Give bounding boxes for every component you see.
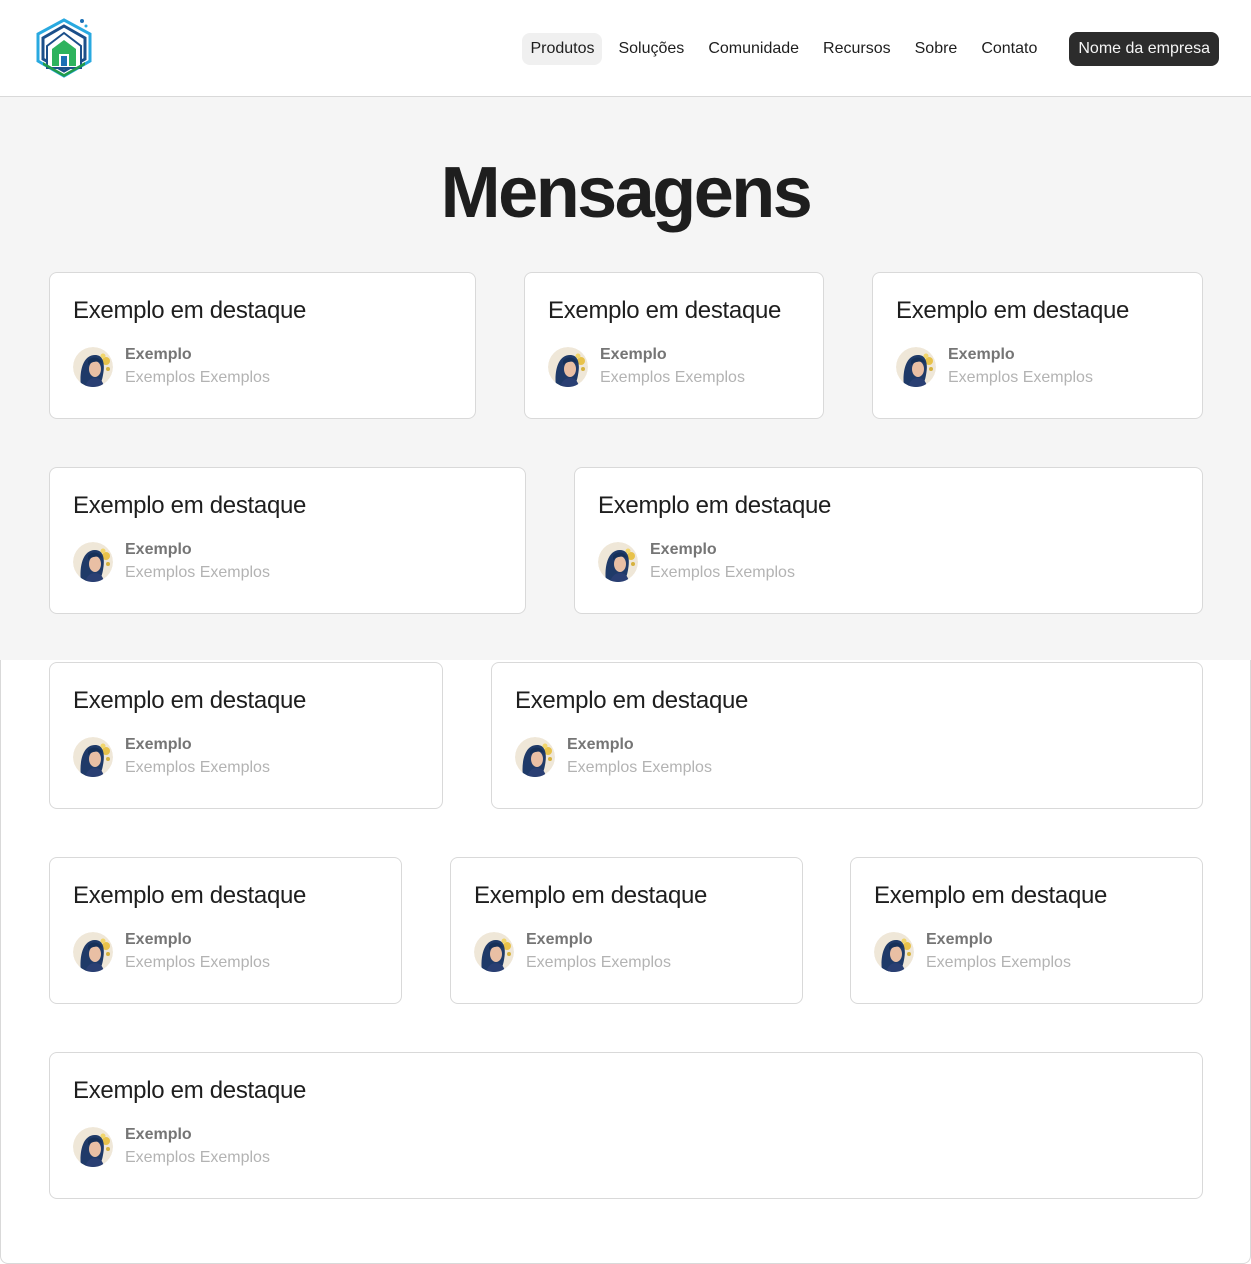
card-title: Exemplo em destaque (73, 882, 307, 909)
card-title: Exemplo em destaque (73, 687, 307, 714)
card-user: Exemplo Exemplos Exemplos (73, 539, 502, 585)
user-description: Exemplos Exemplos (125, 564, 270, 581)
user-name: Exemplo (567, 736, 634, 753)
user-description: Exemplos Exemplos (650, 564, 795, 581)
user-name: Exemplo (125, 541, 192, 558)
card-user: Exemplo Exemplos Exemplos (474, 929, 779, 975)
company-name-button[interactable]: Nome da empresa (1069, 32, 1219, 66)
user-avatar-icon (548, 347, 588, 387)
card-title: Exemplo em destaque (896, 297, 1130, 324)
nav-item-contato[interactable]: Contato (973, 33, 1045, 65)
card-title: Exemplo em destaque (874, 882, 1108, 909)
message-card[interactable]: Exemplo em destaque Exemplo Exemplos Exe… (491, 662, 1203, 809)
user-description: Exemplos Exemplos (125, 954, 270, 971)
user-description: Exemplos Exemplos (567, 759, 712, 776)
user-description: Exemplos Exemplos (948, 369, 1093, 386)
user-avatar-icon (73, 737, 113, 777)
message-card[interactable]: Exemplo em destaque Exemplo Exemplos Exe… (872, 272, 1203, 419)
user-avatar-icon (73, 1127, 113, 1167)
user-avatar-icon (896, 347, 936, 387)
message-card[interactable]: Exemplo em destaque Exemplo Exemplos Exe… (850, 857, 1203, 1004)
house-logo-icon[interactable] (33, 16, 95, 78)
user-name: Exemplo (526, 931, 593, 948)
user-avatar-icon (73, 542, 113, 582)
message-card[interactable]: Exemplo em destaque Exemplo Exemplos Exe… (49, 857, 402, 1004)
card-user: Exemplo Exemplos Exemplos (598, 539, 1179, 585)
user-description: Exemplos Exemplos (600, 369, 745, 386)
card-title: Exemplo em destaque (598, 492, 832, 519)
card-title: Exemplo em destaque (73, 1077, 307, 1104)
card-title: Exemplo em destaque (515, 687, 749, 714)
card-title: Exemplo em destaque (73, 297, 307, 324)
nav-item-comunidade[interactable]: Comunidade (700, 33, 807, 65)
card-user: Exemplo Exemplos Exemplos (548, 344, 800, 390)
user-avatar-icon (874, 932, 914, 972)
user-description: Exemplos Exemplos (125, 1149, 270, 1166)
message-card[interactable]: Exemplo em destaque Exemplo Exemplos Exe… (49, 467, 526, 614)
nav-item-recursos[interactable]: Recursos (815, 33, 899, 65)
nav-item-produtos[interactable]: Produtos (522, 33, 603, 65)
message-card[interactable]: Exemplo em destaque Exemplo Exemplos Exe… (49, 662, 443, 809)
site-header: Produtos Soluções Comunidade Recursos So… (0, 0, 1251, 97)
user-name: Exemplo (125, 931, 192, 948)
card-user: Exemplo Exemplos Exemplos (73, 344, 452, 390)
card-user: Exemplo Exemplos Exemplos (73, 1124, 1179, 1170)
card-user: Exemplo Exemplos Exemplos (73, 734, 419, 780)
user-description: Exemplos Exemplos (526, 954, 671, 971)
user-description: Exemplos Exemplos (125, 759, 270, 776)
user-avatar-icon (73, 347, 113, 387)
nav-item-solucoes[interactable]: Soluções (610, 33, 692, 65)
user-name: Exemplo (948, 346, 1015, 363)
user-name: Exemplo (125, 346, 192, 363)
user-description: Exemplos Exemplos (926, 954, 1071, 971)
main-nav: Produtos Soluções Comunidade Recursos So… (514, 32, 1219, 66)
message-card[interactable]: Exemplo em destaque Exemplo Exemplos Exe… (524, 272, 824, 419)
message-card[interactable]: Exemplo em destaque Exemplo Exemplos Exe… (574, 467, 1203, 614)
card-title: Exemplo em destaque (548, 297, 782, 324)
card-user: Exemplo Exemplos Exemplos (515, 734, 1179, 780)
user-description: Exemplos Exemplos (125, 369, 270, 386)
user-avatar-icon (515, 737, 555, 777)
user-name: Exemplo (125, 736, 192, 753)
message-card[interactable]: Exemplo em destaque Exemplo Exemplos Exe… (450, 857, 803, 1004)
message-card[interactable]: Exemplo em destaque Exemplo Exemplos Exe… (49, 1052, 1203, 1199)
card-user: Exemplo Exemplos Exemplos (896, 344, 1179, 390)
user-avatar-icon (73, 932, 113, 972)
card-title: Exemplo em destaque (474, 882, 708, 909)
message-card[interactable]: Exemplo em destaque Exemplo Exemplos Exe… (49, 272, 476, 419)
user-avatar-icon (598, 542, 638, 582)
user-name: Exemplo (650, 541, 717, 558)
user-name: Exemplo (926, 931, 993, 948)
nav-item-sobre[interactable]: Sobre (907, 33, 966, 65)
card-user: Exemplo Exemplos Exemplos (874, 929, 1179, 975)
card-user: Exemplo Exemplos Exemplos (73, 929, 378, 975)
page-title: Mensagens (440, 153, 813, 233)
user-name: Exemplo (125, 1126, 192, 1143)
user-avatar-icon (474, 932, 514, 972)
card-title: Exemplo em destaque (73, 492, 307, 519)
user-name: Exemplo (600, 346, 667, 363)
